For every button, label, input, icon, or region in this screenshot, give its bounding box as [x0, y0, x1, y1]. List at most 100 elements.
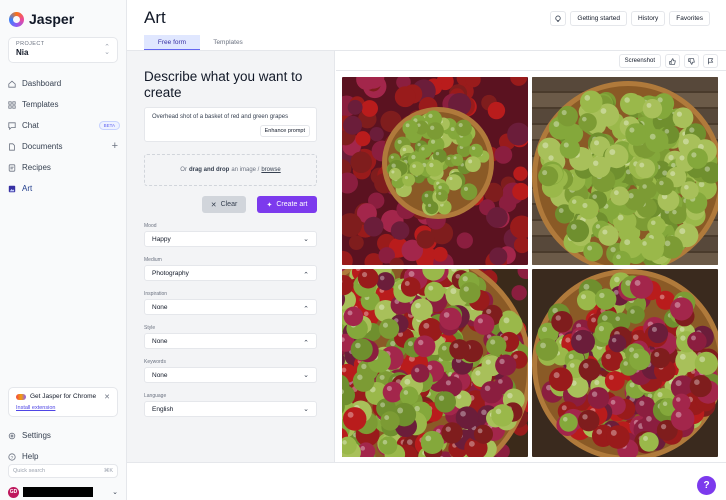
project-switcher[interactable]: PROJECT Nia ⌃ ⌄: [8, 37, 118, 63]
sidebar-item-label: Help: [22, 452, 39, 461]
language-select[interactable]: English ⌄: [144, 401, 317, 417]
browse-link[interactable]: browse: [261, 167, 280, 173]
select-value: None: [152, 371, 168, 379]
grapes-image-3[interactable]: [342, 269, 528, 457]
grid-icon: [8, 100, 16, 109]
history-button[interactable]: History: [631, 11, 666, 26]
field-label: Language: [144, 393, 167, 399]
lightbulb-button[interactable]: [550, 11, 567, 26]
sidebar-item-art[interactable]: Art: [8, 178, 120, 199]
keywords-field: Keywords None ⌄: [144, 359, 317, 383]
sidebar-item-label: Documents: [22, 142, 63, 151]
chevron-down-icon: ⌄: [303, 236, 309, 243]
sparkle-icon: ✦: [266, 201, 273, 209]
help-button[interactable]: ?: [697, 476, 716, 495]
home-icon: [8, 80, 16, 88]
enhance-prompt-button[interactable]: Enhance prompt: [259, 125, 310, 137]
create-art-button[interactable]: ✦ Create art: [257, 196, 317, 213]
select-value: Happy: [152, 235, 171, 243]
tab-free-form[interactable]: Free form: [144, 35, 200, 50]
favorites-button[interactable]: Favorites: [669, 11, 710, 26]
sidebar-item-label: Templates: [22, 100, 59, 109]
quick-search-placeholder: Quick search: [13, 468, 46, 474]
sidebar-item-label: Dashboard: [22, 79, 62, 88]
quick-search-shortcut: ⌘K: [103, 468, 113, 474]
chat-icon: [8, 121, 16, 130]
grapes-image-4[interactable]: [532, 269, 718, 457]
getting-started-button[interactable]: Getting started: [570, 11, 628, 26]
thumbs-up-button[interactable]: [665, 54, 680, 68]
project-name: Nia: [16, 48, 29, 57]
lightbulb-icon: [555, 15, 562, 22]
sidebar-item-settings[interactable]: Settings: [8, 425, 120, 446]
close-icon[interactable]: ✕: [104, 393, 110, 401]
chevron-updown-icon: ⌃ ⌄: [104, 44, 110, 56]
results-toolbar: Screenshot: [336, 51, 726, 71]
inspiration-select[interactable]: None ⌃: [144, 299, 317, 315]
sidebar-item-label: Art: [22, 184, 33, 193]
flag-icon: [708, 57, 714, 64]
chrome-card-title: Get Jasper for Chrome: [30, 393, 97, 400]
grapes-image-3-art: [342, 269, 528, 457]
bottom-divider: [127, 462, 726, 463]
generated-images-grid: [342, 77, 719, 457]
medium-select[interactable]: Photography ⌃: [144, 265, 317, 281]
chevron-down-icon: ⌄: [303, 372, 309, 379]
field-label: Inspiration: [144, 291, 168, 297]
install-extension-link[interactable]: Install extension: [16, 405, 110, 411]
keywords-select[interactable]: None ⌄: [144, 367, 317, 383]
field-label: Keywords: [144, 359, 166, 365]
header-actions: Getting started History Favorites: [550, 11, 710, 26]
grapes-image-1-art: [342, 77, 528, 265]
document-icon: [9, 142, 15, 151]
sidebar-item-templates[interactable]: Templates: [8, 94, 120, 115]
art-icon: [8, 185, 16, 192]
chrome-icon: [16, 393, 26, 400]
style-select[interactable]: None ⌃: [144, 333, 317, 349]
select-value: None: [152, 303, 168, 311]
select-value: None: [152, 337, 168, 345]
clear-button[interactable]: ✕ Clear: [202, 196, 246, 213]
style-field: Style None ⌃: [144, 325, 317, 349]
chevron-down-icon: ⌄: [303, 406, 309, 413]
quick-search-input[interactable]: Quick search ⌘K: [8, 464, 118, 478]
sidebar-item-label: Recipes: [22, 163, 51, 172]
screenshot-button[interactable]: Screenshot: [618, 54, 661, 68]
page-title: Art: [144, 8, 166, 27]
medium-field: Medium Photography ⌃: [144, 257, 317, 281]
sidebar-item-dashboard[interactable]: Dashboard: [8, 73, 120, 94]
avatar: GD: [8, 486, 19, 498]
user-menu[interactable]: GD ⌄: [8, 486, 118, 498]
chevron-up-icon: ⌃: [303, 306, 309, 313]
clear-label: Clear: [220, 201, 238, 208]
svg-text:?: ?: [11, 455, 14, 461]
add-document-icon[interactable]: +: [112, 140, 118, 152]
image-drop-zone[interactable]: Or drag and drop an image / browse: [144, 154, 317, 186]
beta-badge: BETA: [98, 121, 120, 130]
mood-select[interactable]: Happy ⌄: [144, 231, 317, 247]
grapes-image-2[interactable]: [532, 77, 718, 265]
app-name: Jasper: [29, 11, 75, 27]
chrome-extension-card: Get Jasper for Chrome Install extension …: [8, 387, 118, 417]
form-heading: Describe what you want to create: [144, 69, 303, 100]
sidebar-item-recipes[interactable]: Recipes: [8, 157, 120, 178]
sidebar-item-documents[interactable]: Documents +: [8, 136, 120, 157]
prompt-textarea[interactable]: Overhead shot of a basket of red and gre…: [144, 107, 317, 142]
art-tabs: Free form Templates: [144, 35, 256, 50]
thumbs-up-icon: [669, 57, 676, 65]
prompt-text: Overhead shot of a basket of red and gre…: [152, 114, 289, 120]
sidebar-nav: Dashboard Templates Chat BETA Documents …: [8, 73, 120, 199]
grapes-image-1[interactable]: [342, 77, 528, 265]
logo[interactable]: Jasper: [9, 11, 74, 27]
sidebar-item-chat[interactable]: Chat BETA: [8, 115, 120, 136]
drop-bold: drag and drop: [188, 167, 230, 173]
thumbs-down-button[interactable]: [684, 54, 699, 68]
project-label: PROJECT: [16, 41, 45, 47]
drop-middle: an image /: [231, 167, 260, 173]
drop-prefix: Or: [180, 167, 187, 173]
chevron-up-icon: ⌃: [303, 272, 309, 279]
sidebar-item-label: Settings: [22, 431, 51, 440]
tab-templates[interactable]: Templates: [200, 35, 256, 50]
flag-button[interactable]: [703, 54, 718, 68]
gear-icon: [8, 432, 16, 439]
